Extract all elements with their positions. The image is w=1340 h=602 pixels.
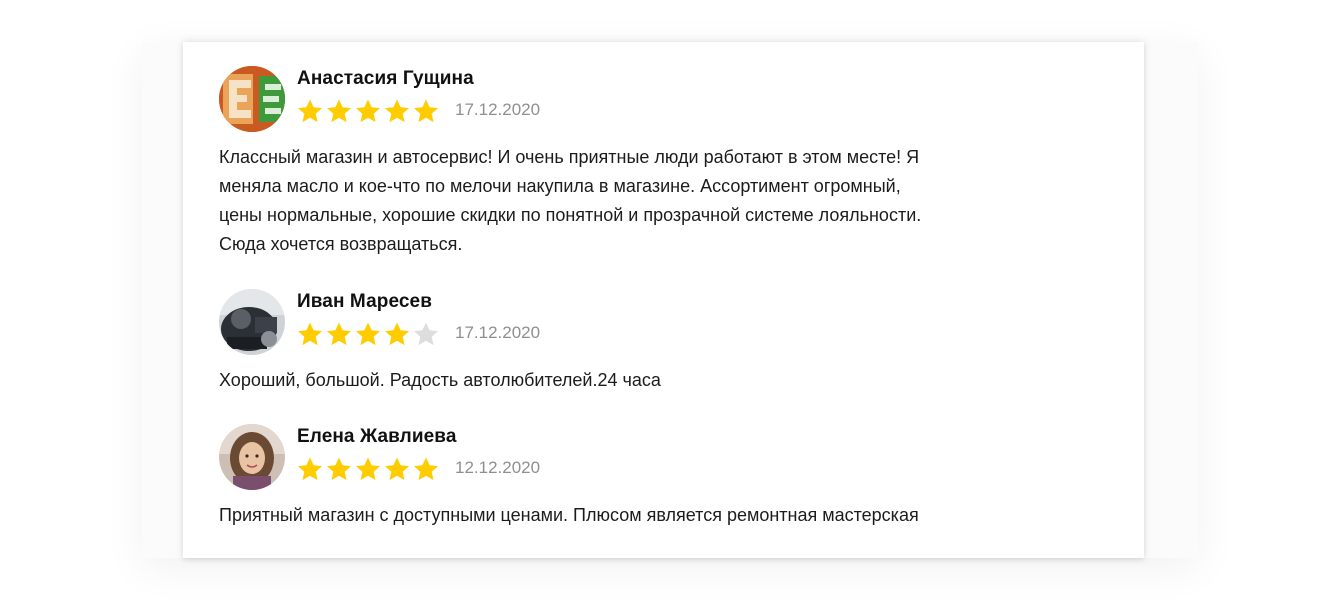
- review-date: 17.12.2020: [455, 100, 541, 119]
- star-filled-icon: [298, 322, 322, 346]
- star-filled-icon: [414, 99, 438, 123]
- star-rating: [296, 321, 441, 347]
- page: Анастасия Гущина 17.12.2020 Классный маг…: [0, 0, 1340, 602]
- review-item: Анастасия Гущина 17.12.2020 Классный маг…: [219, 66, 1119, 259]
- star-filled-icon: [385, 99, 409, 123]
- author-name[interactable]: Анастасия Гущина: [297, 68, 474, 90]
- star-filled-icon: [327, 322, 351, 346]
- star-empty-icon: [414, 322, 438, 346]
- author-name[interactable]: Иван Маресев: [297, 291, 432, 313]
- review-item: Елена Жавлиева 12.12.2020 Приятный магаз…: [219, 424, 1119, 530]
- star-filled-icon: [356, 457, 380, 481]
- review-date: 12.12.2020: [455, 458, 541, 477]
- review-text-line: меняла масло и кое-что по мелочи накупил…: [219, 176, 901, 196]
- review-text-line: Хороший, большой. Радость автолюбителей.…: [219, 370, 661, 390]
- author-name[interactable]: Елена Жавлиева: [297, 426, 457, 448]
- reviews-card: Анастасия Гущина 17.12.2020 Классный маг…: [183, 42, 1144, 558]
- star-filled-icon: [356, 322, 380, 346]
- star-filled-icon: [298, 457, 322, 481]
- star-filled-icon: [414, 457, 438, 481]
- avatar[interactable]: [219, 289, 285, 355]
- avatar[interactable]: [219, 66, 285, 132]
- review-text: Приятный магазин с доступными ценами. Пл…: [219, 501, 1119, 530]
- review-header: Анастасия Гущина 17.12.2020: [219, 66, 1119, 132]
- star-filled-icon: [327, 99, 351, 123]
- review-text: Хороший, большой. Радость автолюбителей.…: [219, 366, 1119, 395]
- review-text-line: Классный магазин и автосервис! И очень п…: [219, 147, 920, 167]
- star-filled-icon: [298, 99, 322, 123]
- review-header: Елена Жавлиева 12.12.2020: [219, 424, 1119, 490]
- star-filled-icon: [327, 457, 351, 481]
- review-text: Классный магазин и автосервис! И очень п…: [219, 143, 1119, 259]
- review-text-line: Приятный магазин с доступными ценами. Пл…: [219, 505, 919, 525]
- review-item: Иван Маресев 17.12.2020 Хороший, большой…: [219, 289, 1119, 395]
- star-filled-icon: [385, 457, 409, 481]
- star-filled-icon: [385, 322, 409, 346]
- star-rating: [296, 456, 441, 482]
- review-text-line: цены нормальные, хорошие скидки по понят…: [219, 205, 922, 225]
- review-text-line: Сюда хочется возвращаться.: [219, 234, 463, 254]
- avatar[interactable]: [219, 424, 285, 490]
- review-date: 17.12.2020: [455, 323, 541, 342]
- review-header: Иван Маресев 17.12.2020: [219, 289, 1119, 355]
- star-filled-icon: [356, 99, 380, 123]
- star-rating: [296, 98, 441, 124]
